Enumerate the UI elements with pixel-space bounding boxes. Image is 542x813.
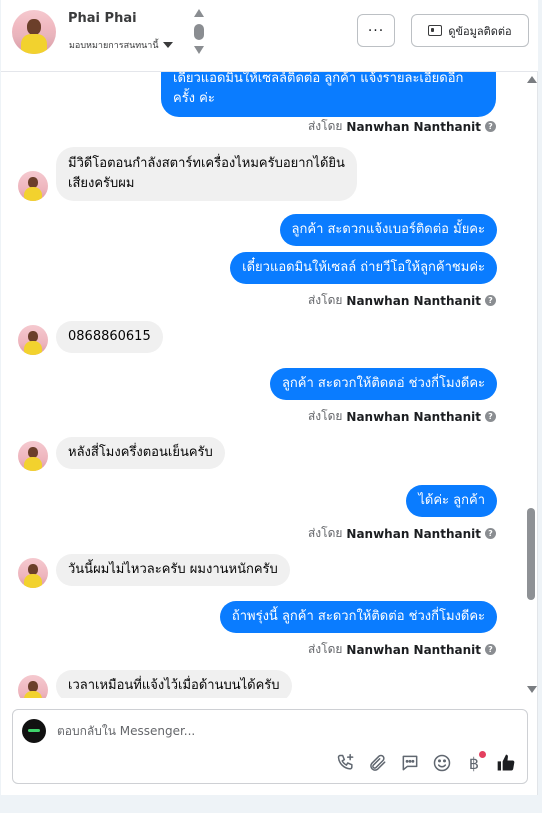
incoming-message: วันนี้ผมไม่ไหวละครับ ผมงานหนักครับ xyxy=(56,554,290,586)
outgoing-message: เดี๋ยวแอดมินให้เซลล์ติดต่อ ลูกค้า แจ้งรา… xyxy=(161,72,496,117)
incoming-message: 0868860615 xyxy=(56,321,163,353)
chevron-down-icon xyxy=(162,42,173,48)
baht-icon[interactable]: ฿ xyxy=(463,751,486,774)
outgoing-message: ลูกค้า สะดวกให้ติดตอ่ ช่วงกี่โมงดีคะ xyxy=(269,368,497,400)
paperclip-icon[interactable] xyxy=(367,752,389,774)
contact-avatar xyxy=(18,171,48,201)
notification-dot xyxy=(479,751,486,758)
assign-conversation-dropdown[interactable]: มอบหมายการสนทนานี้ xyxy=(69,38,173,52)
outgoing-message: ได้ค่ะ ลูกค้า xyxy=(406,485,497,517)
more-options-button[interactable]: ··· xyxy=(357,14,395,47)
outgoing-message: ลูกค้า สะดวกแจ้งเบอร์ติดต่อ มั้ยคะ xyxy=(279,214,497,246)
page-avatar xyxy=(22,719,46,743)
help-icon[interactable]: ? xyxy=(485,528,496,539)
conversation-header: Phai Phai มอบหมายการสนทนานี้ ··· ดูข้อมู… xyxy=(1,0,538,72)
sent-by-label: ส่งโดย Nanwhan Nanthanit? xyxy=(308,117,496,136)
help-icon[interactable]: ? xyxy=(485,295,496,306)
phone-plus-icon[interactable] xyxy=(335,752,357,774)
assign-label: มอบหมายการสนทนานี้ xyxy=(69,41,159,51)
message-scrollbar[interactable] xyxy=(524,72,538,698)
help-icon[interactable]: ? xyxy=(485,121,496,132)
help-icon[interactable]: ? xyxy=(485,644,496,655)
incoming-message: เวลาเหมือนที่แจ้งไว้เมื่อด้านบนได้ครับ xyxy=(56,670,292,698)
sent-by-label: ส่งโดย Nanwhan Nanthanit? xyxy=(308,407,496,426)
conversation-navigator[interactable] xyxy=(193,9,205,55)
contact-avatar[interactable] xyxy=(12,10,56,54)
emoji-icon[interactable] xyxy=(431,752,453,774)
message-thread: เดี๋ยวแอดมินให้เซลล์ติดต่อ ลูกค้า แจ้งรา… xyxy=(1,72,525,698)
message-line: เดี๋ยวแอดมินให้เซลล์ติดต่อ ลูกค้า แจ้งรา… xyxy=(173,72,464,86)
outgoing-message: ถ้าพรุ่งนี้ ลูกค้า สะดวกให้ติดต่อ ช่วงกี… xyxy=(219,601,497,633)
incoming-message: มีวิดีโอตอนกำลังสตาร์ทเครื่องไหมครับอยาก… xyxy=(56,147,357,201)
contact-avatar xyxy=(18,558,48,588)
contact-name[interactable]: Phai Phai xyxy=(68,11,137,26)
arrow-up-icon[interactable] xyxy=(194,9,204,17)
reply-input[interactable] xyxy=(57,720,497,742)
message-line: ครั้ง ค่ะ xyxy=(173,91,215,106)
sent-by-label: ส่งโดย Nanwhan Nanthanit? xyxy=(308,640,496,659)
help-icon[interactable]: ? xyxy=(485,411,496,422)
composer-toolbar: ฿ xyxy=(335,751,517,774)
arrow-down-icon[interactable] xyxy=(194,46,204,54)
thumbs-up-icon[interactable] xyxy=(495,752,517,774)
sent-by-label: ส่งโดย Nanwhan Nanthanit? xyxy=(308,291,496,310)
chat-bubble-icon[interactable] xyxy=(399,752,421,774)
contact-avatar xyxy=(18,675,48,698)
contact-avatar xyxy=(18,325,48,355)
view-contact-label: ดูข้อมูลติดต่อ xyxy=(448,24,512,38)
scroll-down-arrow-icon[interactable] xyxy=(527,686,537,693)
reply-composer: ฿ xyxy=(12,709,528,784)
view-contact-button[interactable]: ดูข้อมูลติดต่อ xyxy=(411,14,529,47)
incoming-message: หลังสี่โมงครึ่งตอนเย็นครับ xyxy=(56,437,225,469)
navigator-handle xyxy=(194,24,204,40)
sent-by-label: ส่งโดย Nanwhan Nanthanit? xyxy=(308,524,496,543)
contact-card-icon xyxy=(428,25,443,36)
outgoing-message: เดี๋ยวแอดมินให้เซลล์ ถ่ายวีโอให้ลูกค้าชม… xyxy=(230,252,497,284)
scroll-up-arrow-icon[interactable] xyxy=(527,76,537,83)
contact-avatar xyxy=(18,441,48,471)
scrollbar-thumb[interactable] xyxy=(527,508,535,600)
conversation-panel: Phai Phai มอบหมายการสนทนานี้ ··· ดูข้อมู… xyxy=(1,0,538,795)
